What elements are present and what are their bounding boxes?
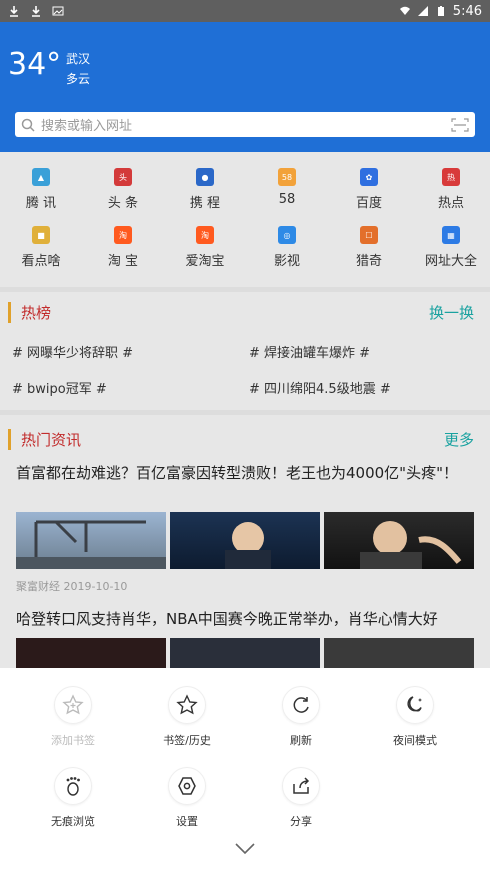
shortcut-label: 爱淘宝 xyxy=(185,254,225,269)
hot-list-title: 热榜 xyxy=(8,302,51,323)
status-bar: 5:46 xyxy=(0,0,490,22)
shortcut-item[interactable]: 淘 爱淘宝 xyxy=(164,226,246,269)
scan-icon[interactable] xyxy=(451,117,469,132)
status-time: 5:46 xyxy=(452,3,482,19)
article-image[interactable] xyxy=(324,512,474,569)
shortcut-item[interactable]: ▦ 网址大全 xyxy=(410,226,490,269)
shortcut-icon: ✿ xyxy=(360,168,378,186)
shortcut-label: 猎奇 xyxy=(355,254,382,269)
shortcut-icon: ■ xyxy=(32,226,50,244)
shortcut-item[interactable]: ■ 看点啥 xyxy=(0,226,82,269)
shortcut-item[interactable]: ● 携 程 xyxy=(164,168,246,211)
article-title[interactable]: 哈登转口风支持肖华，NBA中国赛今晚正常举办，肖华心情大好 xyxy=(16,609,476,630)
refresh-label: 刷新 xyxy=(290,734,312,747)
article-title[interactable]: 首富都在劫难逃？百亿富豪因转型溃败！老王也为4000亿"头疼"！ xyxy=(16,463,476,484)
hot-item[interactable]: # bwipo冠军 # xyxy=(12,378,107,397)
incognito-label: 无痕浏览 xyxy=(51,815,95,828)
share-label: 分享 xyxy=(290,815,312,828)
wifi-icon xyxy=(399,6,410,15)
weather-desc: 多云 xyxy=(66,72,91,86)
shortcut-icon: 58 xyxy=(278,168,296,186)
shortcut-label: 百度 xyxy=(355,196,382,211)
refresh-icon xyxy=(282,686,320,724)
settings-button[interactable]: 设置 xyxy=(132,767,242,829)
hot-item[interactable]: # 四川绵阳4.5级地震 # xyxy=(249,378,391,397)
shortcut-item[interactable]: ✿ 百度 xyxy=(328,168,410,211)
paw-icon xyxy=(54,767,92,805)
hot-item[interactable]: # 焊接油罐车爆炸 # xyxy=(249,342,370,361)
news-title: 热门资讯 xyxy=(8,429,81,450)
share-button[interactable]: 分享 xyxy=(246,767,356,829)
shortcut-icon: 淘 xyxy=(196,226,214,244)
night-mode-button[interactable]: 夜间模式 xyxy=(360,686,470,748)
shortcut-item[interactable]: ◎ 影视 xyxy=(246,226,328,269)
weather-temp: 34° xyxy=(8,47,62,82)
download-icon xyxy=(32,6,40,17)
search-placeholder: 搜索或输入网址 xyxy=(41,119,133,134)
shortcut-icon: ● xyxy=(196,168,214,186)
shortcut-icon: 头 xyxy=(114,168,132,186)
image-icon xyxy=(52,6,64,16)
shortcut-item[interactable]: 头 头 条 xyxy=(82,168,164,211)
shortcut-label: 网址大全 xyxy=(424,254,477,269)
chevron-down-icon[interactable] xyxy=(233,840,257,856)
shortcut-icon: ▦ xyxy=(442,226,460,244)
battery-icon xyxy=(437,6,444,16)
add-bookmark-button[interactable]: 添加书签 xyxy=(18,686,128,748)
incognito-button[interactable]: 无痕浏览 xyxy=(18,767,128,829)
crane-image xyxy=(16,520,166,569)
bookmarks-history-button[interactable]: 书签/历史 xyxy=(132,686,242,748)
news-more-button[interactable]: 更多 xyxy=(444,429,474,450)
bookmarks-history-label: 书签/历史 xyxy=(163,734,211,747)
star-plus-icon xyxy=(54,686,92,724)
header: 34° 武汉 多云 搜索或输入网址 xyxy=(0,22,490,152)
night-mode-label: 夜间模式 xyxy=(393,734,437,747)
shortcut-item[interactable]: 58 58 xyxy=(246,168,328,207)
shortcut-item[interactable]: ▲ 腾 讯 xyxy=(0,168,82,211)
shortcut-label: 58 xyxy=(278,192,296,207)
shortcut-grid: ▲ 腾 讯 头 头 条 ● 携 程 58 58 ✿ 百度 热 热点 ■ 看点啥 … xyxy=(0,152,490,287)
shortcut-label: 看点啥 xyxy=(21,254,61,269)
person-image xyxy=(360,521,462,569)
shortcut-label: 淘 宝 xyxy=(107,254,139,269)
shortcut-item[interactable]: ☐ 猎奇 xyxy=(328,226,410,269)
shortcut-icon: ☐ xyxy=(360,226,378,244)
article-image[interactable] xyxy=(170,638,320,668)
download-icon xyxy=(10,6,18,17)
hot-list-section: 热榜 换一换 # 网曝华少将辞职 # # 焊接油罐车爆炸 # # bwipo冠军… xyxy=(0,292,490,410)
shortcut-label: 腾 讯 xyxy=(25,196,57,211)
weather-city: 武汉 xyxy=(66,52,91,66)
shortcut-label: 携 程 xyxy=(189,196,221,211)
article-meta: 聚富财经 2019-10-10 xyxy=(16,580,128,593)
moon-icon xyxy=(396,686,434,724)
shortcut-icon: ▲ xyxy=(32,168,50,186)
share-icon xyxy=(282,767,320,805)
signal-icon xyxy=(417,6,428,16)
shortcut-label: 头 条 xyxy=(107,196,139,211)
article-image[interactable] xyxy=(170,512,320,569)
shortcut-icon: 热 xyxy=(442,168,460,186)
shortcut-icon: 淘 xyxy=(114,226,132,244)
gear-icon xyxy=(168,767,206,805)
article-image[interactable] xyxy=(324,638,474,668)
shortcut-icon: ◎ xyxy=(278,226,296,244)
article-image[interactable] xyxy=(16,638,166,668)
settings-label: 设置 xyxy=(176,815,198,828)
shortcut-item[interactable]: 热 热点 xyxy=(410,168,490,211)
article-image[interactable] xyxy=(16,512,166,569)
person-image xyxy=(225,522,271,569)
news-section: 热门资讯 更多 首富都在劫难逃？百亿富豪因转型溃败！老王也为4000亿"头疼"！… xyxy=(0,415,490,668)
hot-item[interactable]: # 网曝华少将辞职 # xyxy=(12,342,133,361)
refresh-button[interactable]: 刷新 xyxy=(246,686,356,748)
add-bookmark-label: 添加书签 xyxy=(51,734,95,747)
action-sheet: 添加书签 书签/历史 刷新 夜间模式 无痕浏览 设置 分享 xyxy=(0,668,490,872)
search-icon xyxy=(21,118,35,132)
star-icon xyxy=(168,686,206,724)
search-bar[interactable]: 搜索或输入网址 xyxy=(15,112,475,137)
hot-list-refresh-button[interactable]: 换一换 xyxy=(429,302,474,323)
shortcut-label: 影视 xyxy=(273,254,300,269)
shortcut-item[interactable]: 淘 淘 宝 xyxy=(82,226,164,269)
shortcut-label: 热点 xyxy=(437,196,464,211)
